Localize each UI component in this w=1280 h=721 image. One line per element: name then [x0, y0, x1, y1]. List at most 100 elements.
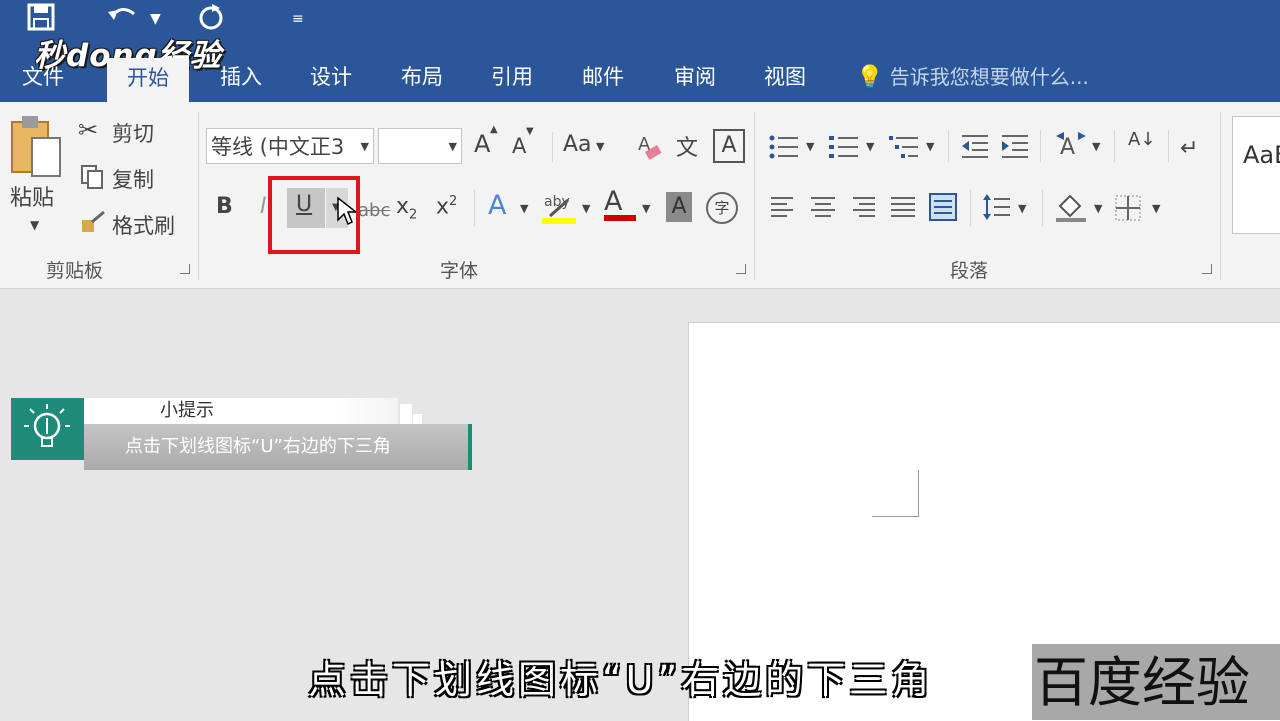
chevron-down-icon[interactable]: ▼: [596, 140, 604, 153]
font-color-button[interactable]: A: [604, 186, 636, 221]
divider: [948, 130, 949, 162]
tell-me-box[interactable]: 💡 告诉我您想要做什么...: [856, 62, 1089, 93]
title-bar: ▼ ≡ 秒dong经验 文件 开始 插入 设计 布局 引用 邮件 审阅 视图 💡…: [0, 0, 1280, 102]
tab-layout[interactable]: 布局: [401, 62, 443, 92]
scissors-icon: ✂: [78, 116, 99, 144]
tab-home[interactable]: 开始: [107, 58, 189, 102]
chinese-layout-icon[interactable]: A: [1054, 130, 1088, 166]
chevron-down-icon[interactable]: ▼: [582, 202, 590, 215]
underline-highlight-box: [268, 176, 360, 254]
chevron-down-icon[interactable]: ▼: [1152, 202, 1160, 215]
chevron-down-icon[interactable]: ▼: [1092, 140, 1100, 153]
font-size-select[interactable]: ▼: [378, 128, 462, 164]
divider: [1168, 130, 1169, 162]
multilevel-list-icon[interactable]: [888, 132, 920, 166]
cut-button[interactable]: 剪切: [112, 118, 154, 148]
tab-design[interactable]: 设计: [310, 62, 352, 92]
tip-title: 小提示: [160, 400, 214, 421]
chevron-down-icon[interactable]: ▼: [1018, 202, 1026, 215]
strikethrough-button[interactable]: abc: [358, 200, 390, 221]
chevron-down-icon: ▼: [448, 140, 457, 153]
divider: [474, 190, 475, 226]
shrink-font-button[interactable]: A: [512, 134, 526, 158]
decrease-indent-icon[interactable]: [960, 132, 990, 166]
divider: [552, 132, 553, 162]
align-left-icon[interactable]: [770, 194, 796, 224]
chevron-down-icon[interactable]: ▼: [642, 202, 650, 215]
grow-arrow-icon: ▲: [490, 124, 498, 135]
chevron-down-icon[interactable]: ▼: [1094, 202, 1102, 215]
text-effects-button[interactable]: A: [488, 190, 506, 221]
distributed-icon[interactable]: [928, 192, 958, 226]
customize-qat-icon[interactable]: ≡: [292, 2, 304, 36]
tip-deco-block: [413, 414, 422, 424]
lightbulb-icon: [24, 404, 70, 447]
text-highlight-icon[interactable]: aby: [542, 190, 578, 230]
numbering-icon[interactable]: [828, 132, 860, 166]
shrink-arrow-icon: ▼: [526, 126, 534, 137]
change-case-button[interactable]: Aa: [563, 132, 592, 157]
tab-mailings[interactable]: 邮件: [582, 62, 624, 92]
align-right-icon[interactable]: [850, 194, 876, 224]
chevron-down-icon[interactable]: ▼: [926, 140, 934, 153]
align-center-icon[interactable]: [810, 194, 836, 224]
show-marks-icon[interactable]: ↵: [1180, 136, 1198, 161]
paragraph-group-label: 段落: [950, 260, 989, 282]
bold-button[interactable]: B: [216, 194, 233, 219]
divider: [1114, 130, 1115, 162]
chevron-down-icon[interactable]: ▼: [866, 140, 874, 153]
line-spacing-icon[interactable]: [982, 192, 1012, 226]
clear-formatting-icon[interactable]: A: [636, 132, 664, 166]
font-color-letter: A: [604, 186, 623, 217]
bullets-icon[interactable]: [768, 132, 800, 166]
grow-font-button[interactable]: A: [474, 130, 490, 158]
group-divider: [1220, 112, 1221, 280]
format-painter-button[interactable]: 格式刷: [112, 210, 175, 240]
tab-review[interactable]: 审阅: [674, 62, 716, 92]
divider: [970, 190, 971, 226]
borders-icon[interactable]: [1114, 194, 1142, 226]
group-divider: [198, 112, 199, 280]
sort-button[interactable]: A↓: [1128, 129, 1156, 150]
font-launcher-icon[interactable]: [736, 264, 746, 274]
superscript-button[interactable]: x2: [436, 194, 457, 219]
phonetic-guide-button[interactable]: 文: [676, 130, 698, 162]
divider: [1042, 190, 1043, 226]
font-name-value: 等线 (中文正3: [211, 135, 345, 159]
tip-lightbulb-panel: [11, 398, 84, 460]
paste-dropdown-icon[interactable]: ▼: [30, 218, 39, 232]
shading-bucket-icon[interactable]: [1054, 190, 1088, 228]
video-subtitle: 点击下划线图标“U”右边的下三角: [308, 658, 934, 702]
paste-button[interactable]: 粘贴: [10, 180, 54, 212]
clipboard-launcher-icon[interactable]: [180, 264, 190, 274]
chevron-down-icon[interactable]: ▼: [520, 202, 528, 215]
subscript-button[interactable]: x2: [396, 194, 417, 222]
increase-indent-icon[interactable]: [1000, 132, 1030, 166]
chevron-down-icon[interactable]: ▼: [806, 140, 814, 153]
ribbon: 粘贴 ▼ ✂ 剪切 复制 格式刷 剪贴板 等线 (中文正3 ▼ ▼ A ▲ A …: [0, 102, 1280, 289]
character-border-button[interactable]: A: [713, 129, 745, 163]
tab-insert[interactable]: 插入: [220, 62, 262, 92]
clipboard-group-label: 剪贴板: [46, 260, 104, 282]
tell-me-placeholder: 告诉我您想要做什么...: [889, 65, 1089, 89]
justify-icon[interactable]: [890, 194, 916, 224]
subscript-base: x: [396, 194, 410, 219]
tab-view[interactable]: 视图: [764, 62, 806, 92]
subscript-mark: 2: [409, 207, 418, 223]
sort-label: A↓: [1128, 129, 1156, 150]
copy-button[interactable]: 复制: [112, 164, 154, 194]
lightbulb-icon: 💡: [856, 65, 884, 90]
font-group-label: 字体: [440, 260, 479, 282]
paste-icon[interactable]: [8, 114, 66, 186]
tab-file[interactable]: 文件: [22, 62, 64, 92]
copy-icon: [80, 164, 104, 194]
paragraph-launcher-icon[interactable]: [1202, 264, 1212, 274]
styles-gallery[interactable]: AaB: [1232, 116, 1280, 234]
tip-deco-block: [400, 404, 412, 424]
italic-button[interactable]: I: [260, 194, 267, 219]
enclose-characters-button[interactable]: 字: [706, 192, 738, 224]
font-name-select[interactable]: 等线 (中文正3 ▼: [206, 128, 374, 164]
character-shading-button[interactable]: A: [666, 192, 692, 222]
tab-references[interactable]: 引用: [491, 62, 533, 92]
margin-corner-mark: [872, 470, 919, 517]
